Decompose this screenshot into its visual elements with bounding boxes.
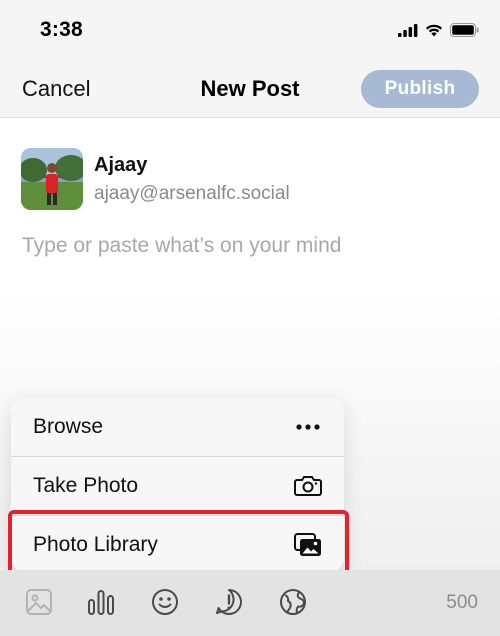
menu-item-photo-library[interactable]: Photo Library <box>11 516 344 574</box>
menu-item-label: Browse <box>33 415 104 438</box>
emoji-icon[interactable] <box>150 587 180 617</box>
publish-button[interactable]: Publish <box>361 70 479 108</box>
author-handle: ajaay@arsenalfc.social <box>94 183 290 204</box>
nav-bar: Cancel New Post Publish <box>0 62 500 118</box>
content-warning-icon[interactable] <box>214 587 244 617</box>
status-time: 3:38 <box>40 18 83 41</box>
attachment-menu: Browse Take Photo Photo Library <box>11 398 344 572</box>
poll-icon[interactable] <box>86 587 116 617</box>
wifi-icon <box>426 24 442 36</box>
author-name: Ajaay <box>94 154 148 176</box>
ellipsis-icon <box>294 414 322 440</box>
menu-item-label: Take Photo <box>33 474 139 497</box>
avatar <box>21 148 83 210</box>
battery-icon <box>450 23 479 37</box>
compose-toolbar: 500 <box>0 570 500 636</box>
status-bar: 3:38 <box>0 0 500 62</box>
camera-icon <box>294 473 322 499</box>
image-icon[interactable] <box>24 587 54 617</box>
menu-item-browse[interactable]: Browse <box>11 398 344 456</box>
photo-library-icon <box>294 532 322 558</box>
menu-item-take-photo[interactable]: Take Photo <box>11 457 344 515</box>
post-text-input[interactable]: Type or paste what’s on your mind <box>22 234 341 258</box>
visibility-globe-icon[interactable] <box>278 587 308 617</box>
signal-icon <box>398 23 418 37</box>
menu-item-label: Photo Library <box>33 533 158 556</box>
character-count: 500 <box>446 592 478 613</box>
status-icons <box>398 22 480 38</box>
